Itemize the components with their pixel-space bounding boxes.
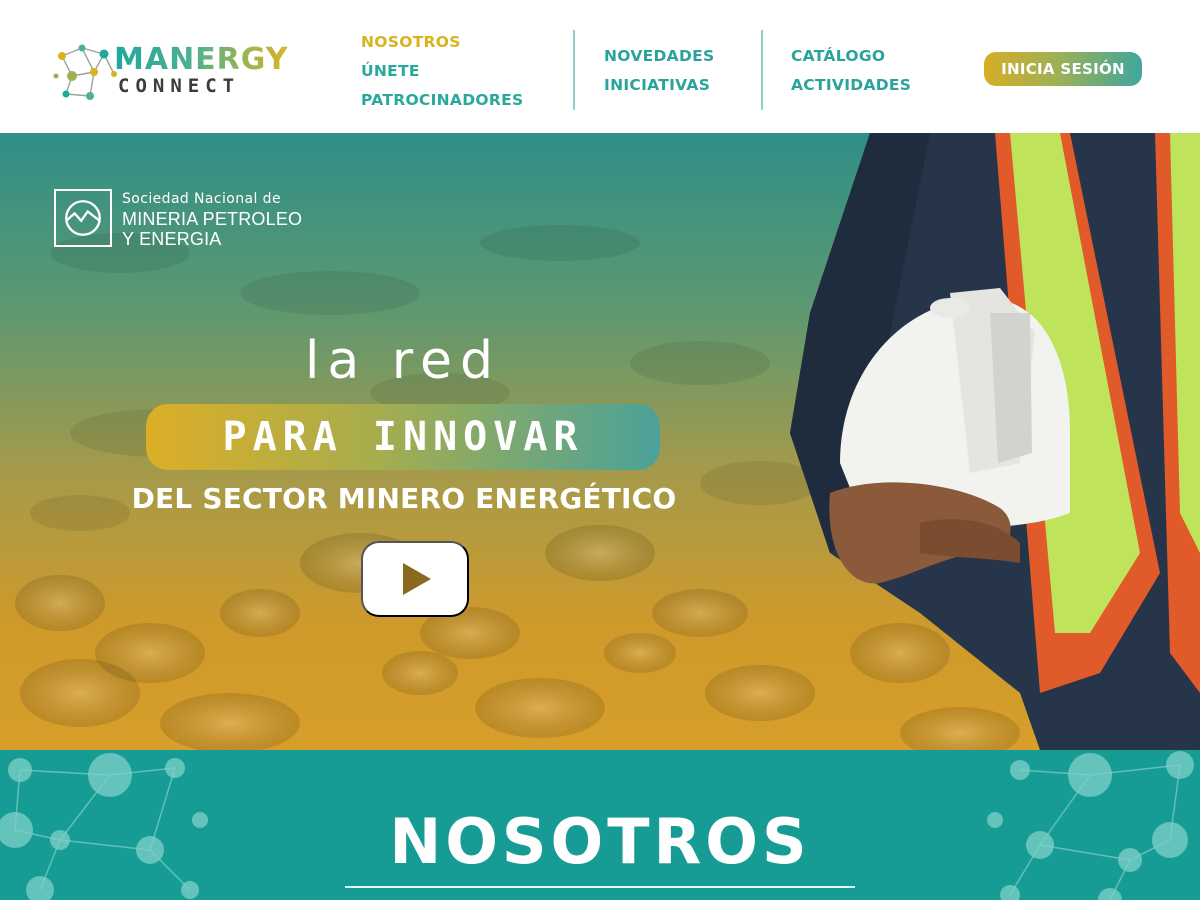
nav-link-actividades[interactable]: ACTIVIDADES [791,71,911,100]
nav-link-iniciativas[interactable]: INICIATIVAS [604,71,715,100]
network-logo-icon [53,44,117,100]
brand-tagline: CONNECT [118,75,241,97]
hero-banner: Sociedad Nacional de MINERIA PETROLEO Y … [0,133,1200,750]
nav-group-news: NOVEDADES INICIATIVAS [604,42,715,100]
hero-headline-top: la red [304,331,502,391]
nav-link-patrocinadores[interactable]: PATROCINADORES [361,86,523,115]
video-play-button[interactable] [361,541,469,617]
nav-group-primary: NOSOTROS ÚNETE PATROCINADORES [361,28,523,115]
hero-headline-pill-text: PARA INNOVAR [222,414,584,460]
nav-group-catalog: CATÁLOGO ACTIVIDADES [791,42,911,100]
hero-headline-pill: PARA INNOVAR [146,404,660,470]
snmpe-logo: Sociedad Nacional de MINERIA PETROLEO Y … [54,189,354,253]
hero-headline-bottom: DEL SECTOR MINERO ENERGÉTICO [131,482,677,515]
worker-with-helmet-image [790,133,1200,750]
nav-link-novedades[interactable]: NOVEDADES [604,42,715,71]
section-title: NOSOTROS [389,805,811,878]
nav-link-unete[interactable]: ÚNETE [361,57,523,86]
site-header: MANERGY CONNECT NOSOTROS ÚNETE PATROCINA… [0,0,1200,133]
brand-logo[interactable]: MANERGY CONNECT [52,36,302,108]
nav-link-nosotros[interactable]: NOSOTROS [361,28,523,57]
section-title-underline [345,886,855,888]
snmpe-emblem-icon [54,189,112,247]
play-icon [403,563,431,595]
org-name-line3: Y ENERGIA [122,229,222,249]
nav-divider [761,30,763,110]
nav-link-catalogo[interactable]: CATÁLOGO [791,42,911,71]
network-decoration-left [0,753,208,900]
network-decoration-right [987,751,1194,900]
about-section: NOSOTROS [0,750,1200,900]
nav-divider [573,30,575,110]
login-button[interactable]: INICIA SESIÓN [984,52,1142,86]
org-name-line1: Sociedad Nacional de [122,191,281,207]
brand-name: MANERGY [114,42,289,77]
org-name-line2: MINERIA PETROLEO [122,209,303,229]
